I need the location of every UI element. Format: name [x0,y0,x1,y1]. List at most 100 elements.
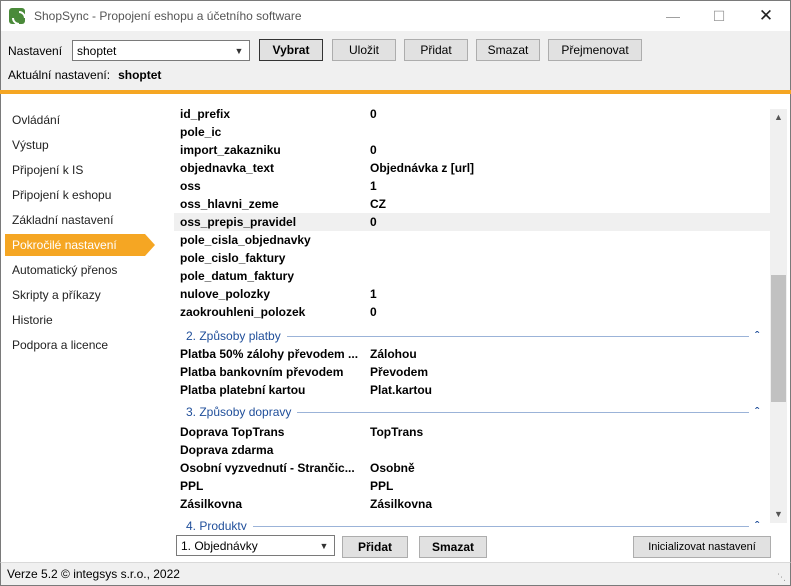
sidebar-item-vystup[interactable]: Výstup [5,134,145,156]
grid-row[interactable]: Zásilkovna Zásilkovna [174,495,770,513]
row-value: 0 [370,143,377,157]
section-select-value: 1. Objednávky [181,538,258,553]
grid-row[interactable]: oss 1 [174,177,770,195]
grid-row[interactable]: import_zakazniku 0 [174,141,770,159]
scroll-thumb[interactable] [771,275,786,402]
row-value: 0 [370,305,377,319]
scroll-up-icon[interactable]: ▲ [770,109,787,126]
row-value: Osobně [370,461,415,475]
section-title: 3. Způsoby dopravy [186,405,292,419]
chevron-down-icon: ▼ [319,540,329,551]
grid-row[interactable]: nulove_polozky 1 [174,285,770,303]
section-header-produkty[interactable]: 4. Produkty ˆ [179,517,765,530]
section-title: 4. Produkty [186,519,247,530]
maximize-button[interactable]: ☐ [696,1,742,31]
delete-row-button[interactable]: Smazat [419,536,487,558]
current-config: Aktuální nastavení: shoptet [8,68,161,82]
row-key: Doprava zdarma [180,443,274,457]
prejmenovat-button[interactable]: Přejmenovat [548,39,642,61]
grid-row[interactable]: Doprava TopTrans TopTrans [174,423,770,441]
scroll-down-icon[interactable]: ▼ [770,506,787,523]
row-key: pole_datum_faktury [180,269,295,283]
grid-row[interactable]: Platba platební kartou Plat.kartou [174,381,770,399]
section-divider [252,525,749,527]
chevron-up-icon[interactable]: ˆ [755,329,765,343]
section-header-dopravy[interactable]: 3. Způsoby dopravy ˆ [179,403,765,421]
chevron-up-icon[interactable]: ˆ [755,405,765,419]
row-key: pole_cisla_objednavky [180,233,311,247]
status-bar: Verze 5.2 © integsys s.r.o., 2022 ⋱ [0,562,791,586]
grid-row[interactable]: objednavka_text Objednávka z [url] [174,159,770,177]
pridat-button[interactable]: Přidat [404,39,468,61]
sidebar-item-podpora[interactable]: Podpora a licence [5,334,145,356]
sidebar-item-historie[interactable]: Historie [5,309,145,331]
chevron-up-icon[interactable]: ˆ [755,519,765,530]
add-row-button[interactable]: Přidat [342,536,408,558]
ulozit-button[interactable]: Uložit [332,39,396,61]
title-bar: ShopSync - Propojení eshopu a účetního s… [0,0,791,31]
grid-row[interactable]: pole_datum_faktury [174,267,770,285]
close-button[interactable]: ✕ [743,1,789,31]
shopsync-logo-icon [9,8,25,24]
section-title: 2. Způsoby platby [186,329,281,343]
minimize-button[interactable]: — [650,1,696,31]
grid-row[interactable]: pole_ic [174,123,770,141]
smazat-button[interactable]: Smazat [476,39,540,61]
row-key: pole_cislo_faktury [180,251,286,265]
sidebar-item-pripojeni-eshop[interactable]: Připojení k eshopu [5,184,145,206]
section-header-platby[interactable]: 2. Způsoby platby ˆ [179,327,765,345]
section-divider [286,335,749,337]
grid-row[interactable]: id_prefix 0 [174,105,770,123]
grid-row-selected[interactable]: oss_prepis_pravidel 0 [174,213,770,231]
sidebar-item-ovladani[interactable]: Ovládání [5,109,145,131]
sidebar-item-skripty[interactable]: Skripty a příkazy [5,284,145,306]
grid-row[interactable]: PPL PPL [174,477,770,495]
row-value: Zásilkovna [370,497,433,511]
row-key: Platba platební kartou [180,383,306,397]
sidebar-item-pokrocile[interactable]: Pokročilé nastavení [5,234,155,256]
grid-row[interactable]: oss_hlavni_zeme CZ [174,195,770,213]
row-value: 1 [370,287,377,301]
row-key: Zásilkovna [180,497,243,511]
row-key: Platba bankovním převodem [180,365,344,379]
row-key: import_zakazniku [180,143,281,157]
grid-row[interactable]: Platba 50% zálohy převodem ... Zálohou [174,345,770,363]
grid-row[interactable]: Doprava zdarma [174,441,770,459]
row-value: Objednávka z [url] [370,161,475,175]
row-value: PPL [370,479,394,493]
row-key: Platba 50% zálohy převodem ... [180,347,359,361]
sidebar-item-automaticky[interactable]: Automatický přenos [5,259,145,281]
row-value: Převodem [370,365,429,379]
resize-grip-icon[interactable]: ⋱ [777,572,787,582]
chevron-down-icon: ▼ [234,45,244,56]
window-title: ShopSync - Propojení eshopu a účetního s… [34,9,302,23]
vybrat-button[interactable]: Vybrat [259,39,323,61]
row-key: Doprava TopTrans [180,425,285,439]
config-select[interactable]: shoptet ▼ [72,40,250,61]
init-settings-button[interactable]: Inicializovat nastavení [633,536,771,558]
row-value: Plat.kartou [370,383,433,397]
row-key: oss_prepis_pravidel [180,215,297,229]
sidebar: Ovládání Výstup Připojení k IS Připojení… [0,94,165,562]
grid-row[interactable]: Platba bankovním převodem Převodem [174,363,770,381]
row-value: 1 [370,179,377,193]
grid-row[interactable]: pole_cisla_objednavky [174,231,770,249]
settings-grid: id_prefix 0 pole_ic import_zakazniku 0 obj… [165,94,791,530]
grid-row[interactable]: zaokrouhleni_polozek 0 [174,303,770,321]
nastaveni-label: Nastavení [8,44,63,58]
vertical-scrollbar[interactable]: ▲ ▼ [770,109,787,523]
current-config-label: Aktuální nastavení: [8,68,111,82]
section-select[interactable]: 1. Objednávky ▼ [176,535,335,556]
grid-row[interactable]: Osobní vyzvednutí - Strančic... Osobně [174,459,770,477]
row-key: PPL [180,479,204,493]
grid-row[interactable]: pole_cislo_faktury [174,249,770,267]
row-key: zaokrouhleni_polozek [180,305,306,319]
sidebar-item-zakladni[interactable]: Základní nastavení [5,209,145,231]
sidebar-item-pripojeni-is[interactable]: Připojení k IS [5,159,145,181]
current-config-value: shoptet [118,68,162,82]
config-select-value: shoptet [77,43,117,58]
row-value: 0 [370,215,377,229]
row-key: oss [180,179,201,193]
row-value: Zálohou [370,347,417,361]
row-value: 0 [370,107,377,121]
